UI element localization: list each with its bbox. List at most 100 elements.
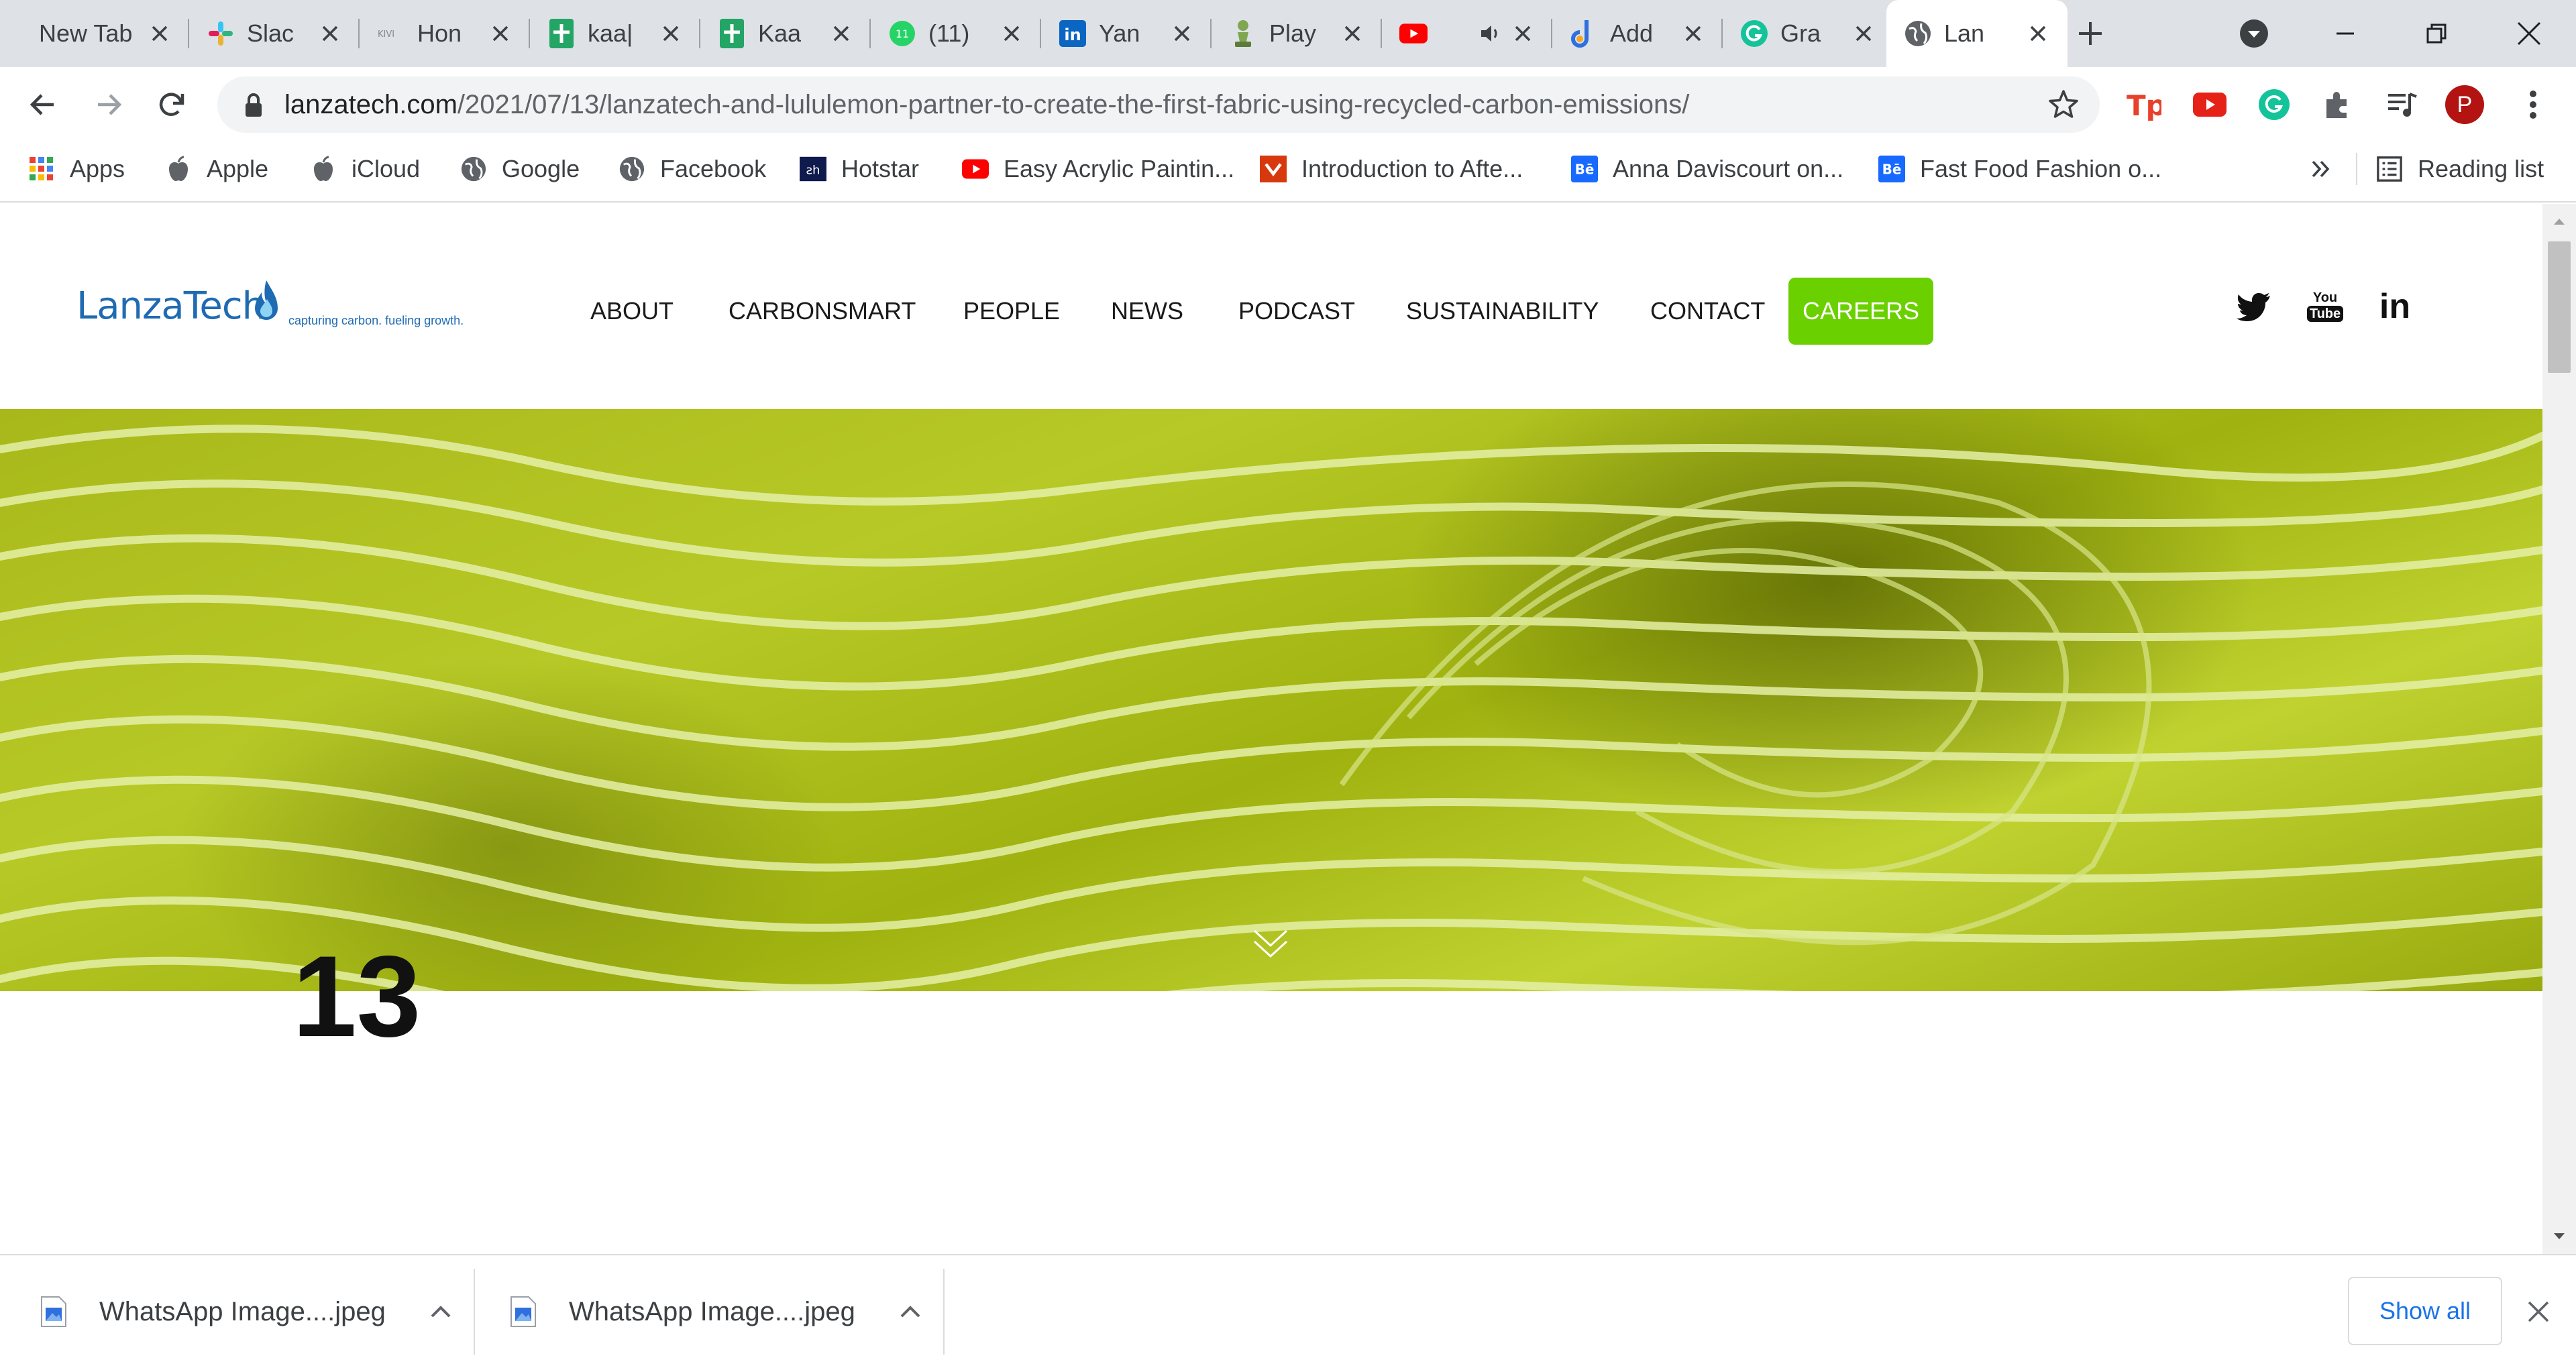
tab-lanzatech-active[interactable]: Lan [1886, 0, 2068, 67]
bookmark-icloud[interactable]: iCloud [310, 150, 420, 188]
lanzatech-logo[interactable]: LanzaTech capturing carbon. fueling grow… [76, 279, 464, 339]
youtube-icon[interactable]: You Tube [2305, 283, 2345, 330]
speaker-icon[interactable] [1479, 21, 1503, 46]
nav-carbonsmart[interactable]: CARBONSMART [729, 294, 916, 329]
address-bar[interactable]: lanzatech.com/2021/07/13/lanzatech-and-l… [217, 76, 2100, 133]
tp-extension-icon[interactable]: Tp [2124, 84, 2164, 125]
page-scrollbar[interactable] [2542, 204, 2576, 1254]
forward-button[interactable] [90, 86, 127, 123]
close-icon[interactable] [1509, 20, 1536, 47]
youtube-text-bottom: Tube [2306, 306, 2344, 322]
bookmark-label: Fast Food Fashion o... [1920, 155, 2162, 182]
chevron-up-icon[interactable] [426, 1297, 455, 1326]
new-tab-button[interactable] [2073, 16, 2108, 51]
back-button[interactable] [24, 86, 62, 123]
reading-list-button[interactable]: Reading list [2376, 150, 2544, 188]
close-icon[interactable] [317, 20, 343, 47]
tab-sheets-2[interactable]: Kaa [700, 0, 871, 67]
tab-linkedin[interactable]: in Yan [1041, 0, 1212, 67]
reload-button[interactable] [153, 86, 191, 123]
url-text[interactable]: lanzatech.com/2021/07/13/lanzatech-and-l… [284, 90, 1689, 120]
lock-icon[interactable] [240, 91, 267, 118]
url-host: lanzatech.com [284, 90, 458, 119]
image-file-icon [511, 1296, 536, 1327]
bookmark-label: Apple [207, 155, 269, 182]
nav-contact[interactable]: CONTACT [1650, 294, 1765, 329]
tab-title: Slac [247, 19, 294, 47]
bookmark-star-icon[interactable] [2047, 89, 2080, 121]
bookmark-facebook[interactable]: Facebook [619, 150, 766, 188]
scroll-down-chevron-icon[interactable] [1252, 925, 1289, 959]
tab-sheets-1[interactable]: kaa| [530, 0, 700, 67]
tab-search-button[interactable] [2238, 17, 2270, 50]
close-icon[interactable] [1169, 20, 1195, 47]
close-icon[interactable] [828, 20, 855, 47]
close-icon[interactable] [1850, 20, 1877, 47]
bookmark-easy-acrylic[interactable]: Easy Acrylic Paintin... [962, 150, 1234, 188]
nav-careers-button[interactable]: CAREERS [1788, 278, 1933, 345]
chevron-up-icon[interactable] [896, 1297, 925, 1326]
bookmark-label: Hotstar [841, 155, 920, 182]
close-icon [2517, 21, 2541, 46]
extensions-puzzle-icon[interactable] [2317, 84, 2357, 125]
minimize-button[interactable] [2325, 13, 2365, 54]
bookmarks-overflow-button[interactable] [2310, 150, 2332, 188]
tab-kivi[interactable]: KIVI Hon [360, 0, 530, 67]
bookmark-google[interactable]: Google [460, 150, 580, 188]
tab-whatsapp[interactable]: 11 (11) [871, 0, 1041, 67]
bookmark-apple[interactable]: Apple [165, 150, 268, 188]
window-close-button[interactable] [2509, 13, 2549, 54]
bookmark-fast-food-fashion[interactable]: Bē Fast Food Fashion o... [1878, 150, 2161, 188]
bookmark-anna-daviscourt[interactable]: Bē Anna Daviscourt on... [1571, 150, 1843, 188]
tab-new-tab[interactable]: New Tab [0, 0, 189, 67]
scrollbar-thumb[interactable] [2548, 241, 2571, 373]
tab-grammarly[interactable]: Gra [1723, 0, 1893, 67]
globe-icon [1904, 19, 1932, 48]
grammarly-icon [1740, 19, 1768, 48]
nav-about[interactable]: ABOUT [590, 294, 674, 329]
post-date-day: 13 [292, 932, 421, 1061]
sheets-icon [718, 19, 746, 48]
youtube-extension-icon[interactable] [2190, 84, 2230, 125]
nav-news[interactable]: NEWS [1111, 294, 1183, 329]
close-icon[interactable] [657, 20, 684, 47]
linkedin-text: in [2379, 287, 2411, 326]
close-icon[interactable] [1680, 20, 1707, 47]
twitter-icon[interactable] [2234, 283, 2274, 330]
tab-chess[interactable]: Play [1212, 0, 1382, 67]
profile-initial: P [2457, 91, 2473, 117]
hero-fabric-image [0, 409, 2542, 991]
close-icon[interactable] [2025, 20, 2051, 47]
bookmark-apps[interactable]: Apps [28, 150, 125, 188]
close-icon[interactable] [487, 20, 514, 47]
tab-add[interactable]: Add [1552, 0, 1723, 67]
bookmark-after-effects[interactable]: Introduction to Afte... [1260, 150, 1523, 188]
download-shelf: WhatsApp Image....jpeg WhatsApp Image...… [0, 1254, 2576, 1368]
nav-sustainability[interactable]: SUSTAINABILITY [1406, 294, 1599, 329]
nav-people[interactable]: PEOPLE [963, 294, 1060, 329]
apple-icon [165, 156, 192, 182]
close-icon[interactable] [2522, 1296, 2555, 1328]
apps-grid-icon [28, 156, 55, 182]
download-item[interactable]: WhatsApp Image....jpeg [470, 1255, 925, 1368]
close-icon[interactable] [998, 20, 1025, 47]
linkedin-icon[interactable]: in [2375, 283, 2415, 330]
tab-youtube[interactable] [1382, 0, 1552, 67]
chrome-menu-button[interactable] [2513, 84, 2553, 125]
tab-title: kaa| [588, 19, 633, 47]
scroll-up-arrow-icon[interactable] [2542, 208, 2576, 235]
media-control-icon[interactable] [2381, 84, 2422, 125]
close-icon[interactable] [1339, 20, 1366, 47]
bookmark-hotstar[interactable]: ƨh Hotstar [800, 150, 919, 188]
scroll-down-arrow-icon[interactable] [2542, 1223, 2576, 1250]
grammarly-extension-icon[interactable] [2254, 84, 2294, 125]
download-item[interactable]: WhatsApp Image....jpeg [0, 1255, 455, 1368]
profile-avatar[interactable]: P [2445, 84, 2485, 125]
restore-button[interactable] [2416, 13, 2457, 54]
tab-slack[interactable]: Slac [189, 0, 360, 67]
show-all-downloads-button[interactable]: Show all [2348, 1277, 2502, 1345]
minimize-icon [2337, 32, 2354, 35]
close-icon[interactable] [146, 20, 173, 47]
nav-podcast[interactable]: PODCAST [1238, 294, 1355, 329]
youtube-text-top: You [2312, 290, 2338, 305]
